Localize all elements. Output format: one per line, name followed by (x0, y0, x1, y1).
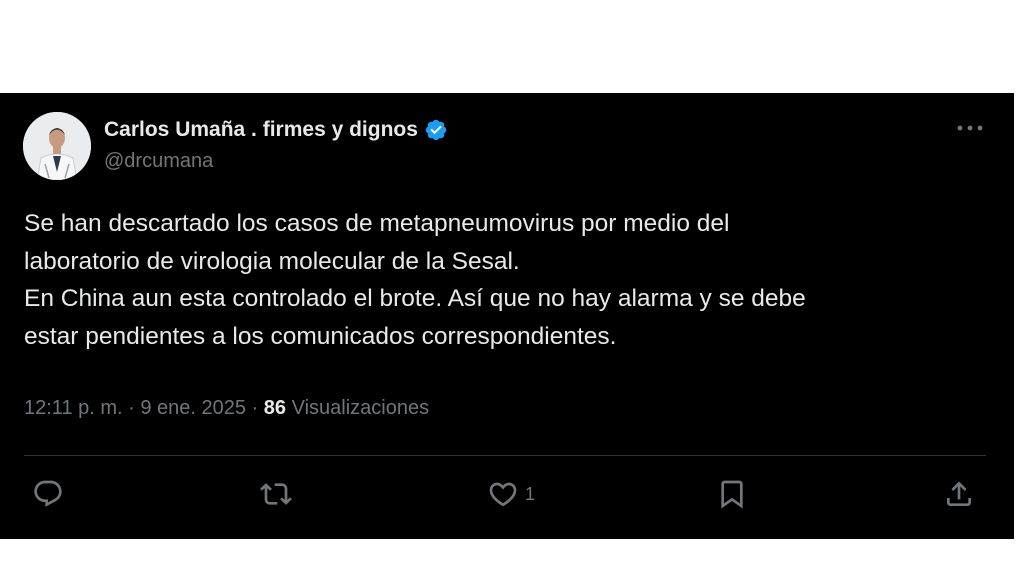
heart-icon (489, 482, 517, 507)
like-button[interactable]: 1 (487, 478, 535, 510)
avatar[interactable] (23, 112, 91, 180)
tweet-text: Se han descartado los casos de metapneum… (24, 205, 984, 355)
reply-icon (34, 480, 62, 507)
views-count: 86 (263, 397, 287, 419)
tweet-text-line: Se han descartado los casos de metapneum… (24, 210, 730, 237)
timestamp[interactable]: 12:11 p. m. · 9 ene. 2025 · (24, 397, 264, 419)
tweet-meta: 12:11 p. m. · 9 ene. 2025 · 86 Visualiza… (24, 397, 429, 420)
more-horizontal-icon (957, 125, 983, 131)
verified-badge-icon[interactable] (424, 118, 448, 142)
author-handle[interactable]: @drcumana (104, 150, 213, 173)
retweet-icon (260, 483, 292, 505)
like-count: 1 (525, 483, 536, 504)
share-button[interactable] (943, 478, 975, 510)
author-row: Carlos Umaña . firmes y dignos (104, 116, 448, 144)
more-options-button[interactable] (954, 116, 986, 140)
tweet-text-line: estar pendientes a los comunicados corre… (24, 322, 617, 350)
tweet-text-line: laboratorio de virologia molecular de la… (24, 247, 520, 275)
views-label: Visualizaciones (286, 397, 430, 419)
retweet-button[interactable] (260, 478, 292, 510)
avatar-image (23, 112, 91, 180)
author-name[interactable]: Carlos Umaña . firmes y dignos (104, 118, 418, 142)
divider (24, 455, 986, 456)
bookmark-icon (721, 480, 743, 509)
tweet-text-line: En China aun esta controlado el brote. A… (24, 285, 806, 312)
bookmark-button[interactable] (716, 478, 748, 510)
reply-button[interactable] (32, 478, 64, 510)
share-icon (947, 481, 971, 506)
